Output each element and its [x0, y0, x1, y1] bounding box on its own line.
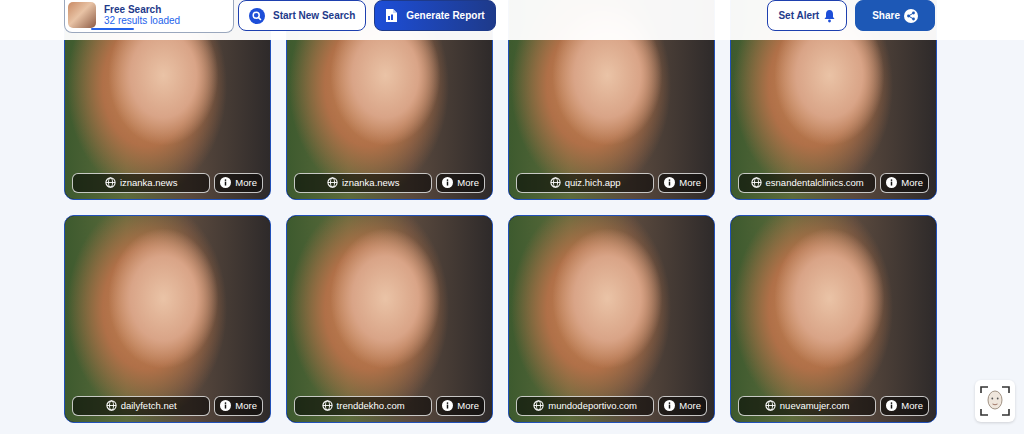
more-text: More — [901, 399, 923, 413]
result-footer: esnandentalclinics.com More — [738, 173, 929, 193]
more-button[interactable]: More — [658, 173, 707, 193]
result-card[interactable]: dailyfetch.net More — [64, 215, 271, 423]
result-photo — [509, 216, 714, 422]
search-thumbnail — [68, 2, 96, 28]
globe-icon — [765, 400, 776, 411]
face-scan-icon — [979, 384, 1011, 418]
domain-link[interactable]: mundodeportivo.com — [516, 396, 654, 416]
progress-track — [91, 28, 213, 30]
info-icon — [664, 400, 675, 411]
more-button[interactable]: More — [658, 396, 707, 416]
right-actions: Set Alert Share — [767, 0, 935, 31]
result-card[interactable]: trenddekho.com More — [286, 215, 493, 423]
result-footer: dailyfetch.net More — [72, 396, 263, 416]
info-icon — [442, 400, 453, 411]
info-icon — [886, 400, 897, 411]
globe-icon — [327, 177, 338, 188]
more-text: More — [457, 176, 479, 190]
domain-text: mundodeportivo.com — [548, 401, 637, 411]
domain-text: iznanka.news — [342, 178, 400, 188]
progress-fill — [91, 28, 134, 30]
domain-text: nuevamujer.com — [780, 401, 850, 411]
domain-link[interactable]: esnandentalclinics.com — [738, 173, 876, 193]
more-text: More — [235, 399, 257, 413]
more-text: More — [679, 399, 701, 413]
globe-icon — [105, 177, 116, 188]
globe-icon — [106, 400, 117, 411]
set-alert-button[interactable]: Set Alert — [767, 0, 847, 31]
result-footer: nuevamujer.com More — [738, 396, 929, 416]
search-mode: Free Search — [104, 4, 180, 16]
more-button[interactable]: More — [214, 396, 263, 416]
search-card[interactable]: Free Search 32 results loaded — [64, 0, 234, 33]
domain-link[interactable]: trenddekho.com — [294, 396, 432, 416]
result-footer: trenddekho.com More — [294, 396, 485, 416]
results-grid: iznanka.newsMoreiznanka.newsMorequiz.hic… — [0, 0, 1024, 423]
share-button[interactable]: Share — [855, 0, 935, 31]
result-footer: iznanka.news More — [294, 173, 485, 193]
domain-text: iznanka.news — [120, 178, 178, 188]
globe-icon — [322, 400, 333, 411]
more-button[interactable]: More — [436, 173, 485, 193]
more-text: More — [235, 176, 257, 190]
domain-link[interactable]: iznanka.news — [72, 173, 210, 193]
domain-text: trenddekho.com — [337, 401, 405, 411]
result-card[interactable]: mundodeportivo.com More — [508, 215, 715, 423]
more-text: More — [901, 176, 923, 190]
more-button[interactable]: More — [880, 396, 929, 416]
top-bar: Free Search 32 results loaded Start New … — [0, 0, 1024, 40]
more-button[interactable]: More — [214, 173, 263, 193]
more-text: More — [679, 176, 701, 190]
more-text: More — [457, 399, 479, 413]
domain-text: esnandentalclinics.com — [766, 178, 864, 188]
globe-icon — [533, 400, 544, 411]
result-card[interactable]: nuevamujer.com More — [730, 215, 937, 423]
result-footer: quiz.hich.app More — [516, 173, 707, 193]
info-icon — [442, 177, 453, 188]
search-icon — [249, 8, 265, 24]
domain-link[interactable]: dailyfetch.net — [72, 396, 210, 416]
domain-link[interactable]: iznanka.news — [294, 173, 432, 193]
result-photo — [287, 216, 492, 422]
globe-icon — [751, 177, 762, 188]
domain-link[interactable]: nuevamujer.com — [738, 396, 876, 416]
result-count: 32 results loaded — [104, 15, 180, 27]
result-photo — [65, 216, 270, 422]
result-footer: mundodeportivo.com More — [516, 396, 707, 416]
info-icon — [220, 177, 231, 188]
domain-text: quiz.hich.app — [565, 178, 621, 188]
globe-icon — [550, 177, 561, 188]
bell-icon — [823, 9, 836, 23]
domain-text: dailyfetch.net — [121, 401, 177, 411]
result-footer: iznanka.news More — [72, 173, 263, 193]
info-icon — [220, 400, 231, 411]
domain-link[interactable]: quiz.hich.app — [516, 173, 654, 193]
info-icon — [664, 177, 675, 188]
face-scan-button[interactable] — [975, 380, 1015, 422]
new-search-button[interactable]: Start New Search — [238, 0, 366, 31]
info-icon — [886, 177, 897, 188]
more-button[interactable]: More — [880, 173, 929, 193]
share-icon — [904, 9, 918, 23]
more-button[interactable]: More — [436, 396, 485, 416]
report-icon — [385, 8, 398, 23]
generate-report-button[interactable]: Generate Report — [374, 0, 495, 31]
result-photo — [731, 216, 936, 422]
